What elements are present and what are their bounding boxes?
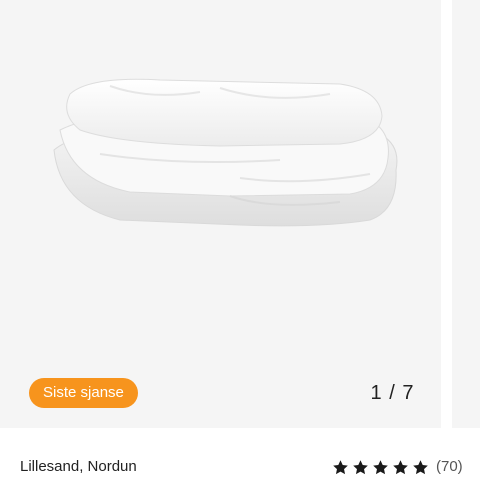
star-icon xyxy=(333,459,348,474)
star-icon xyxy=(413,459,428,474)
next-slide-peek[interactable] xyxy=(452,0,480,428)
last-chance-badge: Siste sjanse xyxy=(29,378,138,408)
review-count: (70) xyxy=(436,458,463,475)
product-title[interactable]: Lillesand, Nordun xyxy=(20,457,137,477)
star-icon xyxy=(353,459,368,474)
product-rating[interactable]: (70) xyxy=(332,457,463,477)
star-icon xyxy=(373,459,388,474)
product-image[interactable] xyxy=(40,70,410,260)
product-image-carousel[interactable]: Siste sjanse 1 / 7 xyxy=(0,0,441,428)
star-icon xyxy=(393,459,408,474)
rating-stars xyxy=(332,459,429,476)
carousel-page-counter: 1 / 7 xyxy=(370,382,415,404)
